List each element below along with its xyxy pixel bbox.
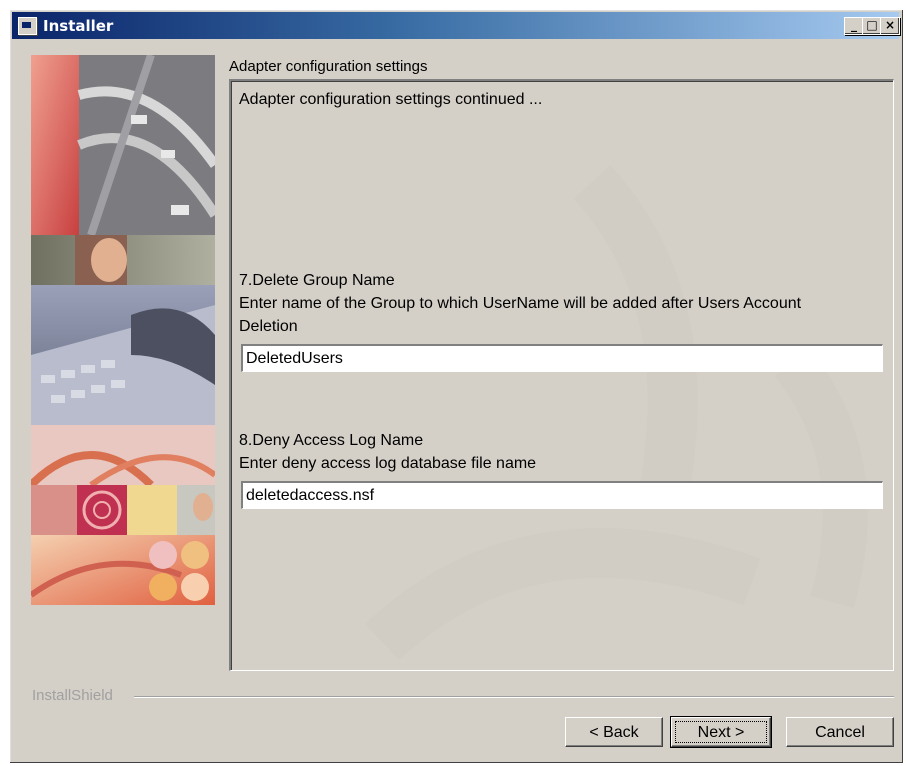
delete-group-description: Enter name of the Group to which UserNam… <box>239 295 802 312</box>
focus-ring <box>675 721 767 743</box>
delete-group-input[interactable] <box>243 346 882 371</box>
installshield-brand: InstallShield <box>32 687 113 704</box>
delete-group-heading: 7.Delete Group Name <box>239 272 395 289</box>
installer-window: Installer _ □ × Adapter configuration se… <box>9 9 904 764</box>
footer-separator <box>134 696 894 698</box>
deny-access-heading: 8.Deny Access Log Name <box>239 432 424 449</box>
installer-side-image <box>31 55 215 605</box>
window-title: Installer <box>43 17 114 35</box>
next-button[interactable]: Next > <box>670 716 772 748</box>
settings-panel-inner: Adapter configuration settings continued… <box>231 81 893 670</box>
close-button[interactable]: × <box>880 17 900 35</box>
panel-title: Adapter configuration settings <box>229 58 428 75</box>
cancel-button[interactable]: Cancel <box>786 717 894 747</box>
deny-access-input[interactable] <box>243 483 882 508</box>
maximize-icon: □ <box>866 18 878 32</box>
close-icon: × <box>884 18 896 32</box>
minimize-button[interactable]: _ <box>844 17 864 35</box>
delete-group-field[interactable] <box>241 344 883 372</box>
settings-panel: Adapter configuration settings continued… <box>229 79 894 671</box>
deny-access-field[interactable] <box>241 481 883 509</box>
back-button[interactable]: < Back <box>565 717 663 747</box>
delete-group-description-cont: Deletion <box>239 318 298 335</box>
minimize-icon: _ <box>851 18 857 32</box>
installer-app-icon <box>18 17 37 35</box>
background-watermark <box>364 165 868 661</box>
intro-text: Adapter configuration settings continued… <box>239 91 543 108</box>
maximize-button[interactable]: □ <box>862 17 882 35</box>
title-bar[interactable]: Installer _ □ × <box>12 12 900 39</box>
deny-access-description: Enter deny access log database file name <box>239 455 537 472</box>
